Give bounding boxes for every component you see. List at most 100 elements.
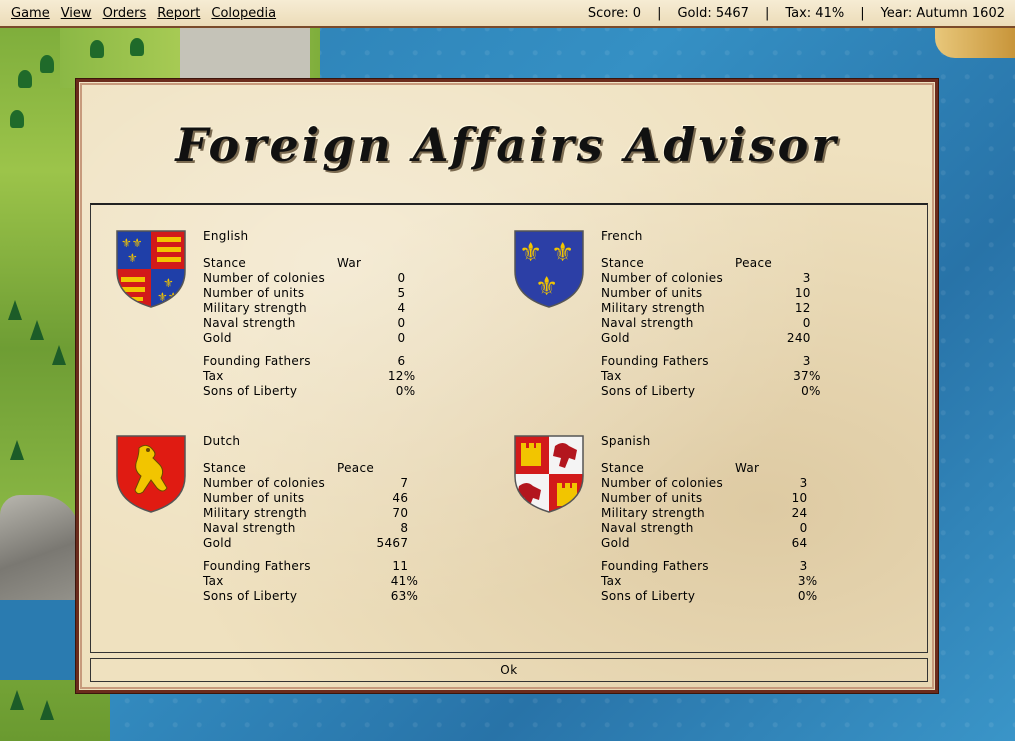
stance-value: Peace [735, 256, 773, 270]
svg-text:⚜⚜: ⚜⚜ [121, 236, 143, 250]
nation-info: English Stance War Number of colonies 0 Nu… [203, 229, 415, 399]
tax-label: Tax [203, 574, 224, 588]
sol-label: Sons of Liberty [601, 384, 696, 398]
sol-value: 0% [801, 384, 821, 398]
nation-french: ⚜ ⚜ ⚜ French Stance Peace Number of colon… [513, 229, 893, 419]
units-value: 10 [794, 286, 811, 300]
nations-panel: ⚜⚜ ⚜ ⚜ ⚜⚜ English Stance War Number of co… [90, 203, 928, 653]
svg-text:⚜: ⚜ [551, 238, 574, 268]
tax-value: 12% [387, 369, 416, 383]
sol-value: 0% [797, 589, 818, 603]
nation-info: Dutch Stance Peace Number of colonies 7 Nu… [203, 434, 418, 604]
stance-label: Stance [601, 461, 645, 475]
menu-orders[interactable]: Orders [103, 6, 147, 21]
tree-icon [18, 70, 32, 88]
military-value: 24 [791, 506, 808, 520]
tree-icon [90, 40, 104, 58]
tax-label: Tax [601, 369, 622, 383]
sol-value: 63% [390, 589, 419, 603]
tax-value: 37% [793, 369, 821, 383]
svg-text:⚜: ⚜ [163, 276, 174, 290]
spain-castile-leon-icon [514, 435, 584, 513]
stance-label: Stance [203, 461, 247, 475]
pine-tree-icon [10, 440, 24, 460]
military-label: Military strength [203, 506, 307, 520]
separator: | [657, 5, 662, 21]
nation-info: French Stance Peace Number of colonies 3 N… [601, 229, 820, 399]
pine-tree-icon [40, 700, 54, 720]
svg-text:⚜: ⚜ [535, 272, 558, 302]
menu-colopedia[interactable]: Colopedia [211, 6, 276, 21]
dialog-title: Foreign Affairs Advisor [175, 118, 839, 172]
netherlands-lion-icon [116, 435, 186, 513]
gold-value: 0 [397, 331, 406, 345]
gold-value: 64 [791, 536, 808, 550]
separator: | [764, 5, 770, 21]
menu-view[interactable]: View [61, 6, 92, 21]
gold-value: 240 [786, 331, 811, 345]
colonies-label: Number of colonies [203, 476, 325, 490]
svg-text:⚜: ⚜ [519, 238, 542, 268]
colonies-value: 0 [397, 271, 406, 285]
status-bar: Score: 0 | Gold: 5467 | Tax: 41% | Year:… [588, 6, 1015, 21]
naval-value: 8 [400, 521, 409, 535]
military-value: 4 [397, 301, 406, 315]
units-label: Number of units [601, 491, 703, 505]
ok-button[interactable]: Ok [90, 658, 928, 682]
foreign-affairs-dialog: Foreign Affairs Advisor ⚜⚜ ⚜ ⚜ ⚜⚜ Englis… [76, 79, 938, 693]
colonies-value: 3 [802, 271, 811, 285]
svg-text:⚜: ⚜ [127, 251, 138, 265]
tree-icon [10, 110, 24, 128]
colonies-label: Number of colonies [203, 271, 325, 285]
sol-value: 0% [395, 384, 416, 398]
pine-tree-icon [30, 320, 44, 340]
tree-icon [40, 55, 54, 73]
gold-label: Gold [203, 331, 232, 345]
naval-label: Naval strength [203, 316, 296, 330]
fathers-label: Founding Fathers [601, 559, 709, 573]
fathers-value: 3 [802, 354, 811, 368]
naval-label: Naval strength [601, 521, 694, 535]
pine-tree-icon [8, 300, 22, 320]
fathers-value: 11 [392, 559, 409, 573]
nation-english: ⚜⚜ ⚜ ⚜ ⚜⚜ English Stance War Number of co… [115, 229, 495, 419]
stance-value: War [735, 461, 760, 475]
menu-report[interactable]: Report [157, 6, 200, 21]
gold-label: Gold [203, 536, 232, 550]
colonies-value: 7 [400, 476, 409, 490]
year-readout: Year: Autumn 1602 [880, 5, 1005, 21]
gold-readout: Gold: 5467 [677, 5, 749, 21]
tax-label: Tax [203, 369, 224, 383]
sol-label: Sons of Liberty [203, 384, 298, 398]
stance-value: Peace [337, 461, 375, 475]
fathers-label: Founding Fathers [203, 559, 311, 573]
score-readout: Score: 0 [587, 5, 642, 21]
pine-tree-icon [10, 690, 24, 710]
naval-value: 0 [802, 316, 811, 330]
mountain-area [180, 28, 310, 83]
stance-label: Stance [601, 256, 645, 270]
stance-value: War [337, 256, 362, 270]
units-value: 46 [392, 491, 409, 505]
tree-icon [130, 38, 144, 56]
nation-name: Dutch [203, 434, 241, 448]
colonies-value: 3 [799, 476, 808, 490]
nation-name: English [203, 229, 249, 243]
fathers-value: 6 [397, 354, 406, 368]
naval-value: 0 [799, 521, 808, 535]
nation-name: French [601, 229, 643, 243]
colonies-label: Number of colonies [601, 271, 723, 285]
fathers-label: Founding Fathers [601, 354, 709, 368]
gold-label: Gold [601, 331, 630, 345]
units-value: 10 [791, 491, 808, 505]
england-coat-of-arms-icon: ⚜⚜ ⚜ ⚜ ⚜⚜ [116, 230, 186, 308]
map-corner-ornament [935, 28, 1015, 58]
gold-value: 5467 [376, 536, 409, 550]
nation-info: Spanish Stance War Number of colonies 3 Nu… [601, 434, 817, 604]
menu-game[interactable]: Game [11, 6, 50, 21]
sol-label: Sons of Liberty [601, 589, 696, 603]
menu-bar: Game View Orders Report Colopedia Score:… [0, 0, 1015, 28]
sol-label: Sons of Liberty [203, 589, 298, 603]
units-label: Number of units [601, 286, 703, 300]
military-value: 70 [392, 506, 409, 520]
